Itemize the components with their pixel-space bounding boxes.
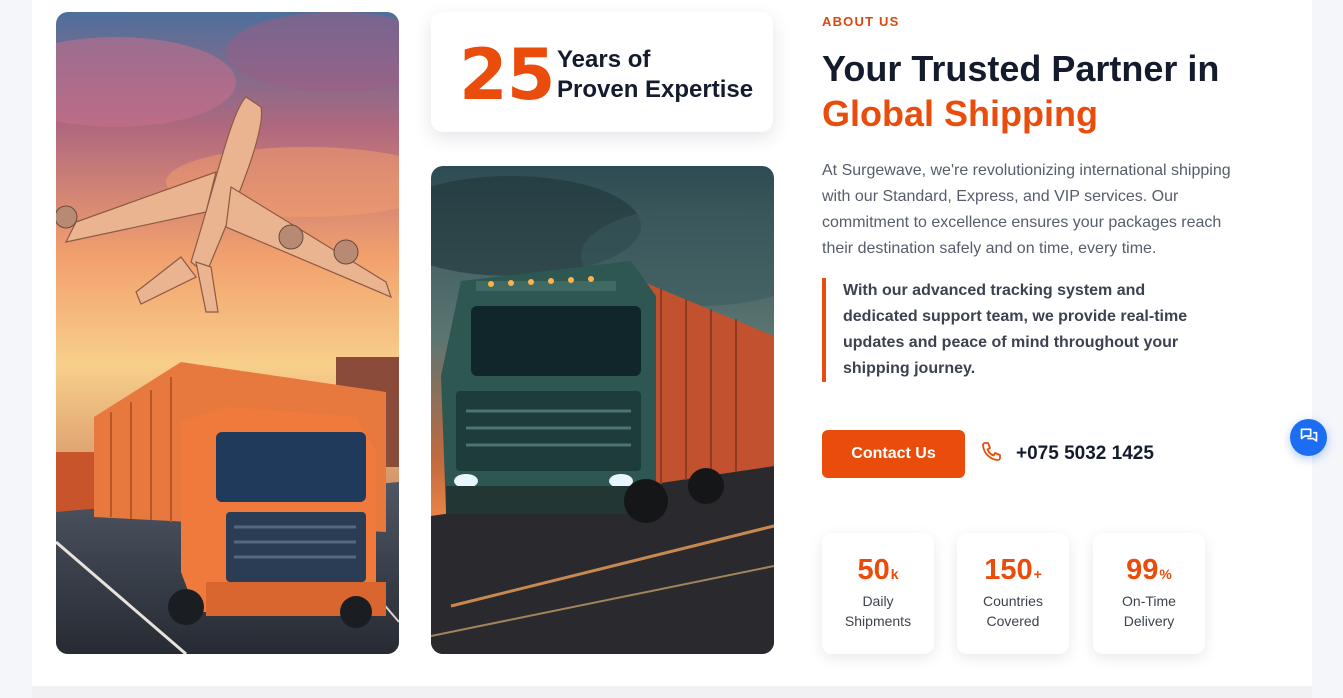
- stat-card-on-time: 99% On-Time Delivery: [1093, 533, 1205, 654]
- years-caption: Years of Proven Expertise: [557, 45, 767, 105]
- section-title-line1: Your Trusted Partner in: [822, 48, 1220, 89]
- experience-card: 25 Years of Proven Expertise: [431, 12, 773, 132]
- stat-value: 50k: [822, 553, 934, 591]
- phone-icon: [980, 440, 1004, 469]
- stat-card-shipments: 50k Daily Shipments: [822, 533, 934, 654]
- section-title-accent: Global Shipping: [822, 93, 1098, 134]
- stat-label-line1: Daily: [862, 593, 894, 609]
- highlight-quote: With our advanced tracking system and de…: [822, 278, 1203, 382]
- section-eyebrow: ABOUT US: [822, 14, 900, 29]
- section-title: Your Trusted Partner in Global Shipping: [822, 46, 1282, 136]
- plane-truck-image: [56, 12, 399, 654]
- stat-number: 99: [1126, 554, 1159, 586]
- stat-suffix: %: [1159, 566, 1172, 582]
- years-caption-line2: Proven Expertise: [557, 76, 754, 103]
- chat-bubbles-icon: [1299, 426, 1319, 449]
- phone-link[interactable]: +075 5032 1425: [980, 440, 1154, 468]
- stat-label: Daily Shipments: [822, 591, 934, 631]
- stat-number: 150: [984, 554, 1033, 586]
- years-number: 25: [459, 34, 555, 116]
- stat-label-line2: Shipments: [844, 613, 912, 629]
- truck-image: [431, 166, 774, 654]
- stat-label-line1: On-Time: [1122, 593, 1176, 609]
- contact-us-button[interactable]: Contact Us: [822, 430, 965, 478]
- stat-value: 150+: [957, 553, 1069, 591]
- section-divider: [32, 686, 1312, 698]
- years-caption-line1: Years of: [557, 46, 651, 73]
- stat-number: 50: [857, 554, 890, 586]
- stat-suffix: +: [1033, 566, 1042, 582]
- stat-label: On-Time Delivery: [1093, 591, 1205, 631]
- chat-button[interactable]: [1290, 419, 1327, 456]
- stat-label-line1: Countries: [983, 593, 1043, 609]
- intro-paragraph: At Surgewave, we're revolutionizing inte…: [822, 162, 1231, 257]
- phone-number: +075 5032 1425: [1016, 443, 1154, 464]
- stat-suffix: k: [890, 566, 899, 582]
- stat-label-line2: Covered: [986, 613, 1040, 629]
- stat-label-line2: Delivery: [1123, 613, 1175, 629]
- stat-card-countries: 150+ Countries Covered: [957, 533, 1069, 654]
- stat-label: Countries Covered: [957, 591, 1069, 631]
- stat-value: 99%: [1093, 553, 1205, 591]
